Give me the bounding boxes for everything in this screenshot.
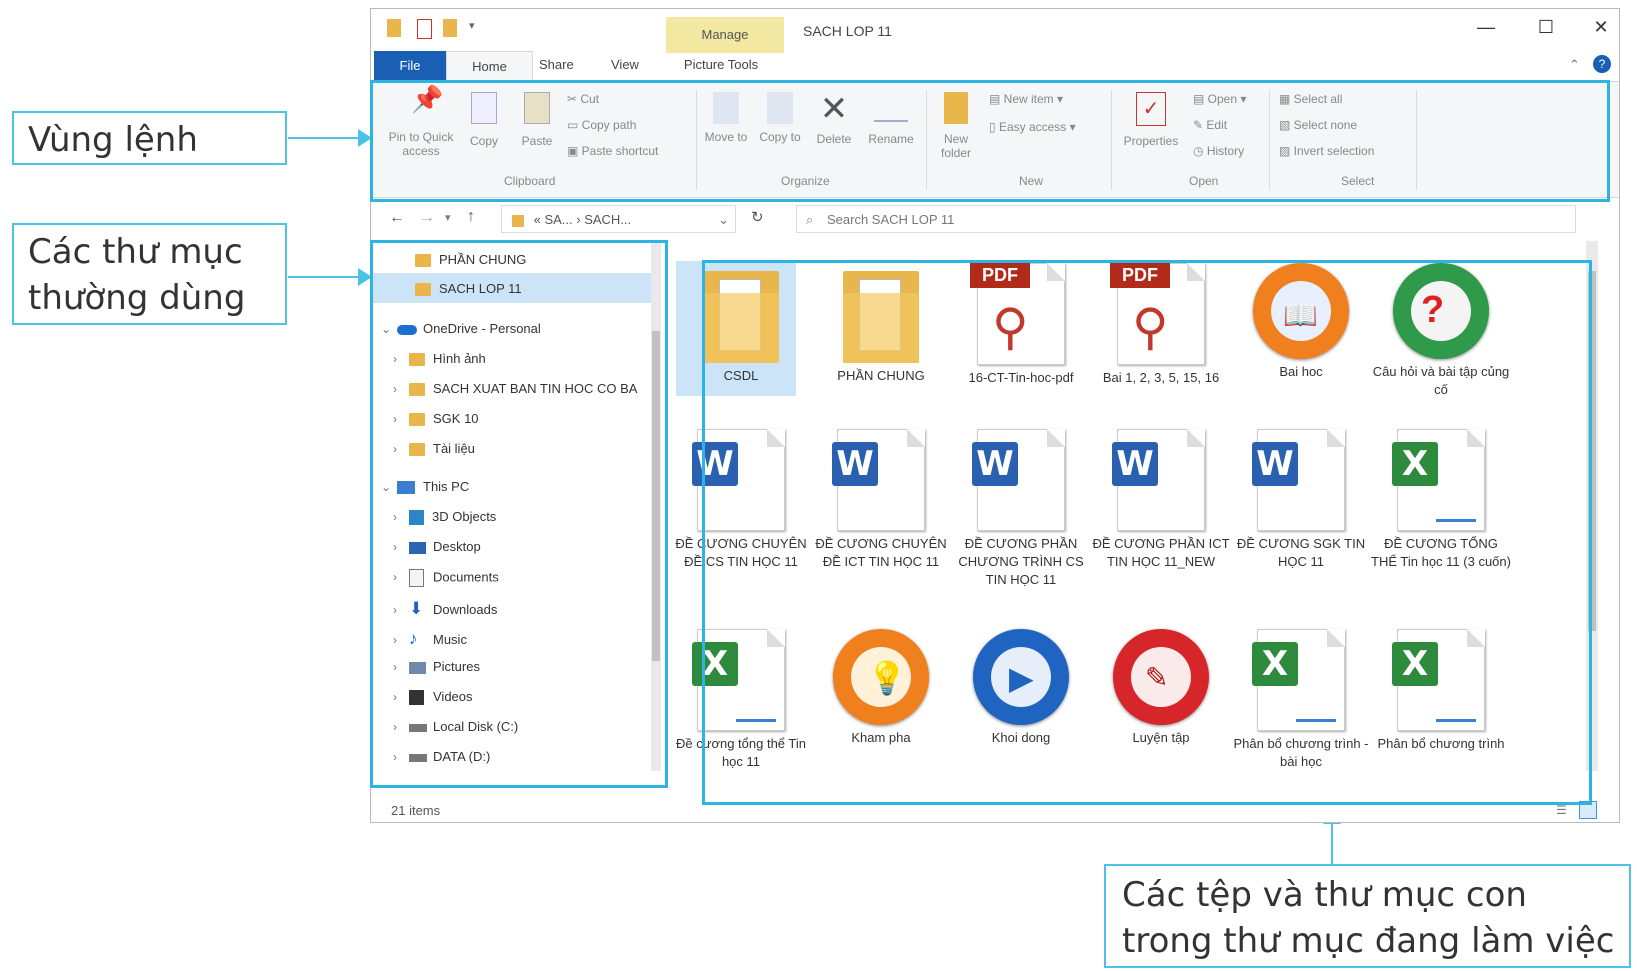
details-view-icon[interactable]: ☰ <box>1556 803 1567 817</box>
tab-file[interactable]: File <box>374 51 446 81</box>
callout-common-folders-line1: Các thư mục <box>28 232 243 272</box>
recent-locations-icon[interactable]: ▾ <box>445 211 451 224</box>
folder-icon <box>512 214 524 227</box>
address-bar: ← → ▾ ↑ « SA... › SACH... ⌄ ↻ ⌕ Search S… <box>371 199 1619 239</box>
refresh-icon[interactable]: ↻ <box>751 208 764 226</box>
tab-picture-tools[interactable]: Picture Tools <box>671 57 771 72</box>
search-placeholder: Search SACH LOP 11 <box>827 212 955 227</box>
quick-access-toolbar: ▾ <box>387 19 497 39</box>
tab-manage[interactable]: Manage <box>666 17 784 53</box>
folder-icon <box>387 19 401 37</box>
back-arrow-icon[interactable]: ← <box>389 209 405 227</box>
minimize-button[interactable]: — <box>1466 17 1506 38</box>
forward-arrow-icon[interactable]: → <box>419 209 435 227</box>
search-icon: ⌕ <box>806 212 814 227</box>
tab-home[interactable]: Home <box>446 51 533 82</box>
maximize-button[interactable]: ☐ <box>1526 17 1566 38</box>
address-path[interactable]: « SA... › SACH... ⌄ <box>501 205 736 233</box>
window-title: SACH LOP 11 <box>803 23 892 39</box>
highlight-file-list <box>702 260 1592 805</box>
ribbon-tabs: File Home Share View Picture Tools ⌃ ? <box>371 51 1619 82</box>
search-input[interactable]: ⌕ Search SACH LOP 11 <box>796 205 1576 233</box>
customize-qat-icon[interactable]: ▾ <box>469 19 475 32</box>
title-bar: ▾ Manage SACH LOP 11 — ☐ ✕ <box>371 9 1621 53</box>
callout-files: Các tệp và thư mục con trong thư mục đan… <box>1104 864 1631 968</box>
tab-view[interactable]: View <box>611 57 639 72</box>
callout-arrow-files <box>1331 818 1333 864</box>
highlight-ribbon <box>370 80 1610 202</box>
tab-share[interactable]: Share <box>539 57 574 72</box>
callout-arrow-folders <box>288 276 368 278</box>
callout-command-area-text: Vùng lệnh <box>28 120 198 160</box>
close-button[interactable]: ✕ <box>1581 17 1621 38</box>
item-count: 21 items <box>391 803 441 818</box>
highlight-navigation-pane <box>370 240 668 788</box>
collapse-ribbon-icon[interactable]: ⌃ <box>1569 57 1580 73</box>
new-folder-icon[interactable] <box>443 19 457 37</box>
properties-icon[interactable] <box>417 19 432 39</box>
help-icon[interactable]: ? <box>1593 55 1611 73</box>
chevron-down-icon[interactable]: ⌄ <box>718 206 729 234</box>
callout-arrow-command <box>288 137 368 139</box>
address-path-text: « SA... › SACH... <box>533 212 632 227</box>
callout-files-line2: trong thư mục đang làm việc <box>1122 921 1615 961</box>
callout-command-area: Vùng lệnh <box>12 111 287 165</box>
callout-common-folders-line2: thường dùng <box>28 278 246 318</box>
callout-files-line1: Các tệp và thư mục con <box>1122 875 1527 915</box>
up-arrow-icon[interactable]: ↑ <box>467 208 475 226</box>
callout-common-folders: Các thư mục thường dùng <box>12 223 287 325</box>
